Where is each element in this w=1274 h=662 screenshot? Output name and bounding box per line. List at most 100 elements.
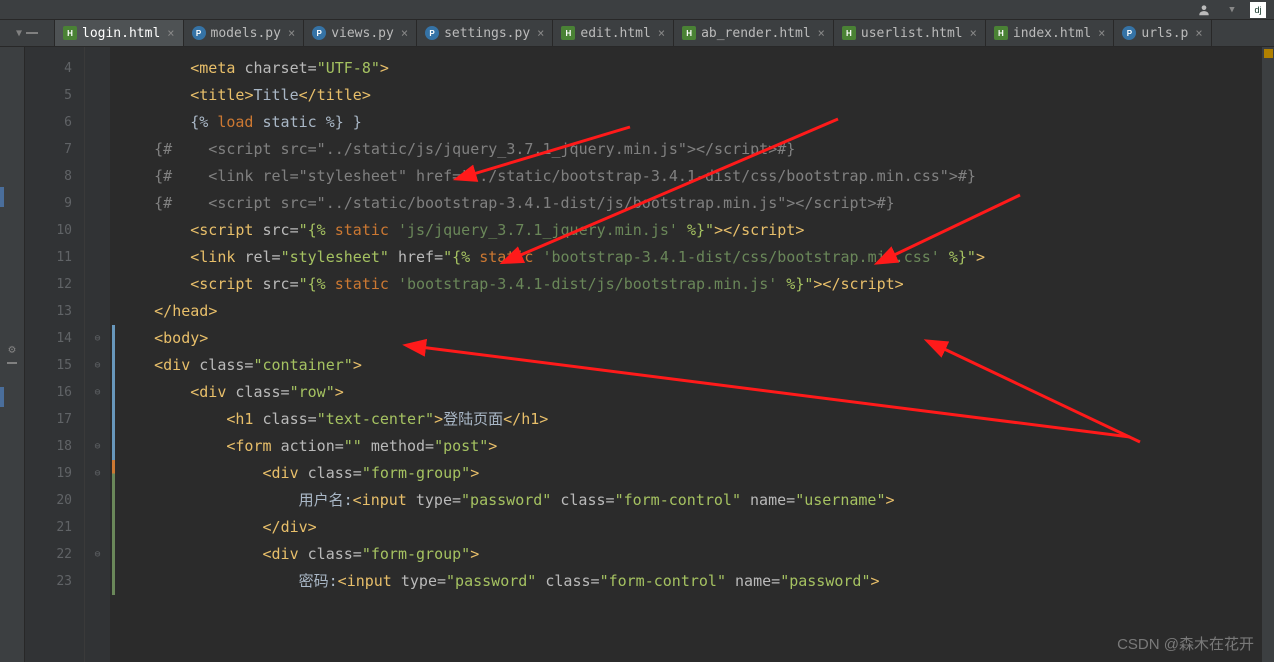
fold-toggle[interactable]	[85, 271, 110, 298]
close-icon[interactable]: ×	[1098, 26, 1105, 40]
fold-toggle[interactable]	[85, 136, 110, 163]
fold-toggle[interactable]	[85, 217, 110, 244]
tab-label: urls.p	[1141, 26, 1188, 41]
html-file-icon	[63, 26, 77, 40]
close-icon[interactable]: ×	[658, 26, 665, 40]
code-editor[interactable]: 4567891011121314151617181920212223 ⊖⊖⊖⊖⊖…	[25, 47, 1274, 662]
fold-toggle[interactable]	[85, 406, 110, 433]
py-file-icon	[425, 26, 439, 40]
code-line[interactable]: <script src="{% static 'js/jquery_3.7.1_…	[118, 217, 1274, 244]
line-number: 22	[25, 541, 84, 568]
html-file-icon	[682, 26, 696, 40]
code-line[interactable]: <div class="container">	[118, 352, 1274, 379]
line-number: 8	[25, 163, 84, 190]
code-line[interactable]: <h1 class="text-center">登陆页面</h1>	[118, 406, 1274, 433]
html-file-icon	[842, 26, 856, 40]
tab-index-html[interactable]: index.html ×	[986, 20, 1115, 46]
code-line[interactable]: </head>	[118, 298, 1274, 325]
fold-toggle[interactable]	[85, 190, 110, 217]
code-line[interactable]: <div class="row">	[118, 379, 1274, 406]
fold-toggle[interactable]: ⊖	[85, 541, 110, 568]
close-icon[interactable]: ×	[288, 26, 295, 40]
tabs-gutter[interactable]: ▼	[0, 20, 55, 46]
tab-label: ab_render.html	[701, 26, 811, 41]
code-line[interactable]: <title>Title</title>	[118, 82, 1274, 109]
fold-toggle[interactable]: ⊖	[85, 379, 110, 406]
fold-gutter[interactable]: ⊖⊖⊖⊖⊖⊖	[85, 47, 110, 662]
fold-toggle[interactable]	[85, 55, 110, 82]
code-line[interactable]: 用户名:<input type="password" class="form-c…	[118, 487, 1274, 514]
line-number-gutter: 4567891011121314151617181920212223	[25, 47, 85, 662]
tab-views-py[interactable]: views.py×	[304, 20, 417, 46]
tab-models-py[interactable]: models.py×	[184, 20, 305, 46]
close-icon[interactable]: ×	[537, 26, 544, 40]
fold-toggle[interactable]	[85, 514, 110, 541]
code-area[interactable]: <meta charset="UTF-8"> <title>Title</tit…	[110, 47, 1274, 662]
tab-ab_render-html[interactable]: ab_render.html ×	[674, 20, 834, 46]
tab-settings-py[interactable]: settings.py ×	[417, 20, 553, 46]
fold-toggle[interactable]	[85, 109, 110, 136]
editor-tabs: ▼ login.html×models.py×views.py×settings…	[0, 20, 1274, 47]
code-line[interactable]: <div class="form-group">	[118, 460, 1274, 487]
line-number: 21	[25, 514, 84, 541]
code-line[interactable]: <script src="{% static 'bootstrap-3.4.1-…	[118, 271, 1274, 298]
warning-indicator[interactable]	[1264, 49, 1273, 58]
tab-login-html[interactable]: login.html ×	[55, 20, 184, 46]
fold-toggle[interactable]	[85, 82, 110, 109]
line-number: 23	[25, 568, 84, 595]
line-number: 4	[25, 55, 84, 82]
fold-toggle[interactable]: ⊖	[85, 460, 110, 487]
close-icon[interactable]: ×	[401, 26, 408, 40]
close-icon[interactable]: ×	[970, 26, 977, 40]
fold-toggle[interactable]: ⊖	[85, 352, 110, 379]
tab-label: settings.py	[444, 26, 530, 41]
code-line[interactable]: 密码:<input type="password" class="form-co…	[118, 568, 1274, 595]
code-line[interactable]: <meta charset="UTF-8">	[118, 55, 1274, 82]
code-line[interactable]: {# <script src="../static/js/jquery_3.7.…	[118, 136, 1274, 163]
code-line[interactable]: {% load static %} }	[118, 109, 1274, 136]
code-line[interactable]: {# <link rel="stylesheet" href="../stati…	[118, 163, 1274, 190]
close-icon[interactable]: ×	[167, 26, 174, 40]
fold-toggle[interactable]: ⊖	[85, 325, 110, 352]
project-tool-gutter[interactable]: ⚙	[0, 47, 25, 662]
top-toolbar: ▼ dj	[0, 0, 1274, 20]
tab-label: login.html	[82, 26, 160, 41]
line-number: 13	[25, 298, 84, 325]
close-icon[interactable]: ×	[818, 26, 825, 40]
code-line[interactable]: {# <script src="../static/bootstrap-3.4.…	[118, 190, 1274, 217]
tab-edit-html[interactable]: edit.html×	[553, 20, 674, 46]
fold-toggle[interactable]	[85, 487, 110, 514]
line-number: 6	[25, 109, 84, 136]
code-line[interactable]: <body>	[118, 325, 1274, 352]
tab-label: index.html	[1013, 26, 1091, 41]
code-line[interactable]: <form action="" method="post">	[118, 433, 1274, 460]
tab-userlist-html[interactable]: userlist.html×	[834, 20, 986, 46]
line-number: 7	[25, 136, 84, 163]
close-icon[interactable]: ×	[1195, 26, 1202, 40]
line-number: 16	[25, 379, 84, 406]
py-file-icon	[192, 26, 206, 40]
line-number: 11	[25, 244, 84, 271]
line-number: 9	[25, 190, 84, 217]
code-line[interactable]: </div>	[118, 514, 1274, 541]
line-number: 20	[25, 487, 84, 514]
fold-toggle[interactable]	[85, 568, 110, 595]
line-number: 15	[25, 352, 84, 379]
tab-urls-p[interactable]: urls.p ×	[1114, 20, 1211, 46]
line-number: 5	[25, 82, 84, 109]
fold-toggle[interactable]	[85, 163, 110, 190]
code-line[interactable]: <div class="form-group">	[118, 541, 1274, 568]
watermark: CSDN @森木在花开	[1117, 633, 1254, 654]
user-icon[interactable]	[1194, 2, 1214, 18]
line-number: 12	[25, 271, 84, 298]
fold-toggle[interactable]	[85, 298, 110, 325]
vertical-scrollbar[interactable]	[1262, 47, 1274, 662]
code-line[interactable]: <link rel="stylesheet" href="{% static '…	[118, 244, 1274, 271]
dropdown-icon[interactable]: ▼	[1222, 2, 1242, 18]
fold-toggle[interactable]	[85, 244, 110, 271]
html-file-icon	[994, 26, 1008, 40]
line-number: 10	[25, 217, 84, 244]
html-file-icon	[561, 26, 575, 40]
django-icon[interactable]: dj	[1250, 2, 1266, 18]
fold-toggle[interactable]: ⊖	[85, 433, 110, 460]
